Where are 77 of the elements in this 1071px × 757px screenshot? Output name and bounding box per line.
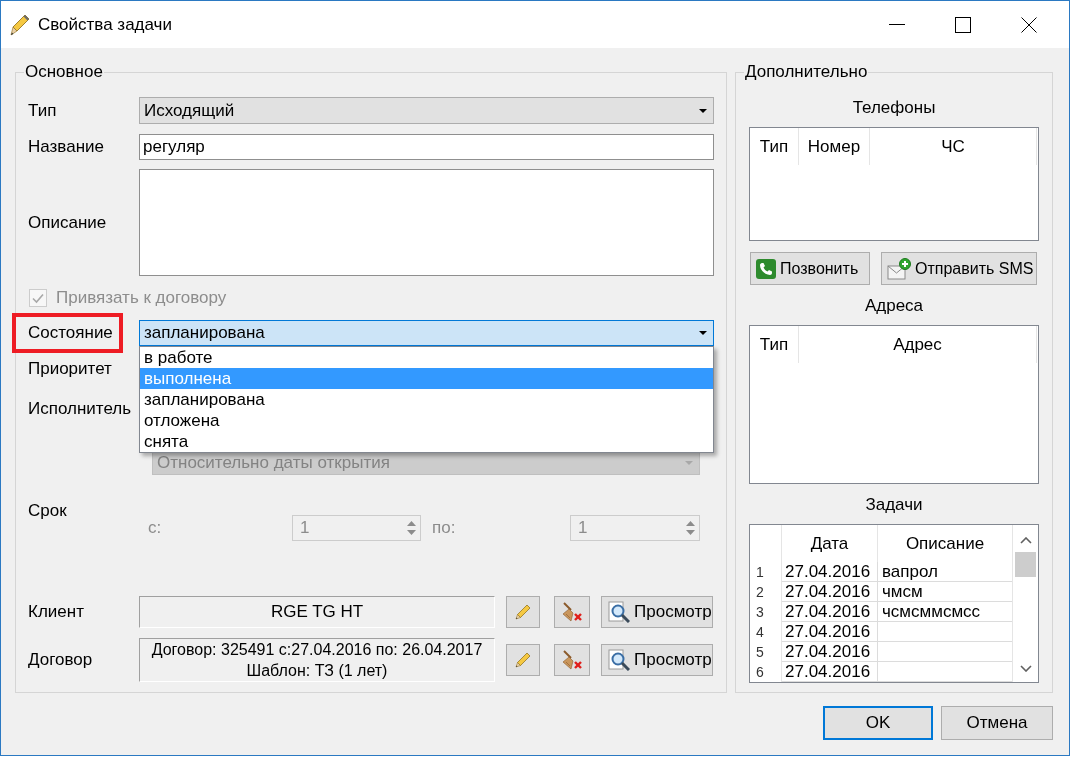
client-field: RGE TG HT (139, 596, 495, 628)
column-header: Адрес (799, 326, 1037, 363)
window-title: Свойства задачи (38, 13, 172, 36)
text-input[interactable]: регуляр (139, 134, 714, 160)
pencil-icon (515, 604, 531, 620)
caret-icon (699, 108, 707, 113)
send-sms-button[interactable]: Отправить SMS (881, 252, 1037, 285)
ok-button[interactable]: OK (823, 706, 933, 740)
column-header: Номер (799, 128, 870, 165)
field-label: Название (28, 137, 104, 157)
table-cell: 27.04.2016 (782, 582, 878, 602)
status-dropdown[interactable]: запланирована (139, 320, 714, 346)
section-title: Адреса (864, 296, 924, 316)
table-cell: 27.04.2016 (782, 642, 878, 662)
call-button[interactable]: Позвонить (750, 252, 870, 285)
section-title: Задачи (865, 495, 923, 515)
scrollbar-thumb[interactable] (1015, 552, 1036, 577)
edit-button[interactable] (506, 644, 540, 676)
spin-arrows-icon (406, 519, 417, 537)
minimize-icon (889, 24, 905, 25)
column-header: Тип (750, 326, 799, 363)
type-dropdown[interactable]: Исходящий (139, 97, 714, 124)
group-title: Дополнительно (744, 62, 869, 82)
search-icon (608, 649, 630, 671)
description-textarea[interactable] (139, 169, 714, 276)
field-label: Тип (28, 100, 57, 121)
field-label: Договор (28, 650, 93, 670)
table-cell: 27.04.2016 (782, 622, 878, 642)
row-number: 4 (750, 622, 782, 642)
cancel-button[interactable]: Отмена (941, 706, 1053, 740)
column-header: ЧС (870, 128, 1037, 165)
pencil-icon (10, 13, 30, 36)
field-label: по: (432, 518, 456, 538)
clear-button[interactable] (554, 596, 590, 628)
maximize-icon (955, 16, 971, 33)
phone-icon (756, 258, 776, 279)
field-label: с: (148, 518, 162, 538)
chevron-down-icon (1019, 665, 1032, 672)
field-label: Срок (28, 501, 67, 521)
view-button[interactable]: Просмотр (601, 644, 713, 676)
checkbox-label: Привязать к договору (56, 288, 227, 308)
view-button[interactable]: Просмотр (601, 596, 713, 628)
column-header: Описание (904, 532, 986, 555)
field-label: Исполнитель (28, 399, 132, 419)
broom-icon (562, 602, 582, 622)
caret-icon (685, 460, 693, 465)
field-label: Описание (28, 212, 107, 233)
chevron-up-icon (1019, 537, 1032, 544)
scrollbar[interactable] (1012, 525, 1038, 682)
table-cell: 27.04.2016 (782, 602, 878, 622)
row-number: 1 (750, 562, 782, 582)
column-header: Дата (782, 525, 878, 562)
row-number: 5 (750, 642, 782, 662)
field-label: Приоритет (28, 359, 112, 379)
field-label: Состояние (28, 323, 113, 343)
search-icon (608, 601, 630, 623)
close-icon (1021, 16, 1037, 33)
row-number: 6 (750, 662, 782, 682)
envelope-plus-icon (887, 257, 911, 280)
table-cell: 27.04.2016 (782, 662, 878, 682)
dropdown-option[interactable]: в работе (140, 347, 713, 368)
contract-field: Договор: 325491 с:27.04.2016 по: 26.04.2017 Шаблон: ТЗ (1 лет) (139, 638, 495, 682)
row-number: 3 (750, 602, 782, 622)
section-title: Телефоны (852, 98, 936, 118)
edit-button[interactable] (506, 596, 540, 628)
pencil-icon (515, 652, 531, 668)
row-number: 2 (750, 582, 782, 602)
column-header: Тип (750, 128, 799, 165)
caret-icon (699, 331, 707, 335)
dropdown-option[interactable]: отложена (140, 410, 713, 431)
clear-button[interactable] (554, 644, 590, 676)
table-cell: 27.04.2016 (782, 562, 878, 582)
field-label: Клиент (28, 602, 84, 622)
broom-icon (562, 650, 582, 670)
dropdown-option[interactable]: запланирована (140, 389, 713, 410)
spin-arrows-icon (685, 519, 696, 537)
dropdown-option[interactable]: снята (140, 431, 713, 452)
